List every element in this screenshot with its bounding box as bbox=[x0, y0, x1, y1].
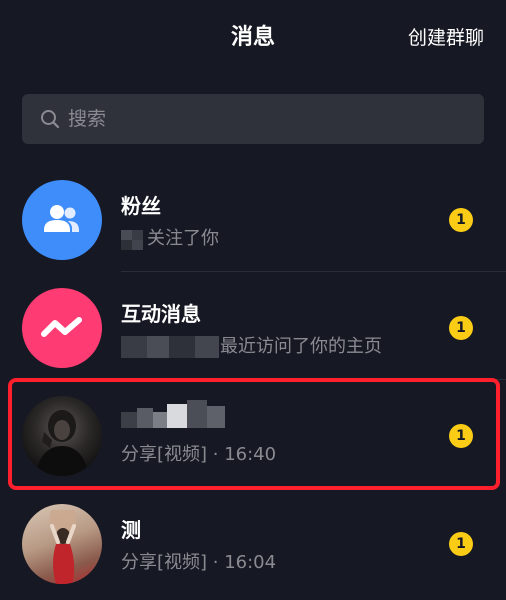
search-bar[interactable] bbox=[22, 94, 484, 144]
fans-icon bbox=[44, 205, 79, 232]
conversation-item-user-2[interactable]: 测 分享[视频] · 16:04 1 bbox=[0, 488, 506, 596]
unread-badge: 1 bbox=[449, 316, 473, 340]
create-group-button[interactable]: 创建群聊 bbox=[408, 24, 484, 52]
unread-badge: 1 bbox=[449, 208, 473, 232]
search-input[interactable] bbox=[68, 94, 468, 144]
conversation-preview: 最近访问了你的主页 bbox=[220, 336, 382, 357]
user-avatar bbox=[22, 504, 102, 584]
fans-avatar bbox=[22, 180, 102, 260]
conversation-name: 互动消息 bbox=[121, 302, 201, 326]
conversation-preview: 分享[视频] · 16:04 bbox=[121, 552, 277, 573]
unread-badge: 1 bbox=[449, 424, 473, 448]
conversation-item-fans[interactable]: 粉丝 关注了你 1 bbox=[0, 164, 506, 272]
conversation-name: 粉丝 bbox=[121, 194, 161, 218]
user-avatar bbox=[50, 510, 76, 584]
search-icon bbox=[41, 110, 60, 129]
interaction-avatar bbox=[22, 288, 102, 368]
conversation-item-interactions[interactable]: 互动消息 最近访问了你的主页 1 bbox=[0, 272, 506, 380]
user-avatar bbox=[36, 410, 88, 476]
messages-screen: 消息 创建群聊 粉丝 bbox=[0, 0, 506, 600]
blurred-username bbox=[121, 400, 225, 432]
blurred-username bbox=[121, 230, 143, 250]
unread-badge: 1 bbox=[449, 532, 473, 556]
conversation-name: 测 bbox=[121, 518, 141, 542]
conversation-preview: 关注了你 bbox=[147, 228, 219, 249]
blurred-username bbox=[121, 336, 219, 358]
conversation-item-user-1[interactable]: 分享[视频] · 16:40 1 bbox=[0, 380, 506, 488]
interaction-icon bbox=[41, 317, 82, 337]
user-avatar bbox=[22, 396, 102, 476]
conversation-preview: 分享[视频] · 16:40 bbox=[121, 444, 277, 465]
header: 消息 创建群聊 bbox=[0, 0, 506, 78]
